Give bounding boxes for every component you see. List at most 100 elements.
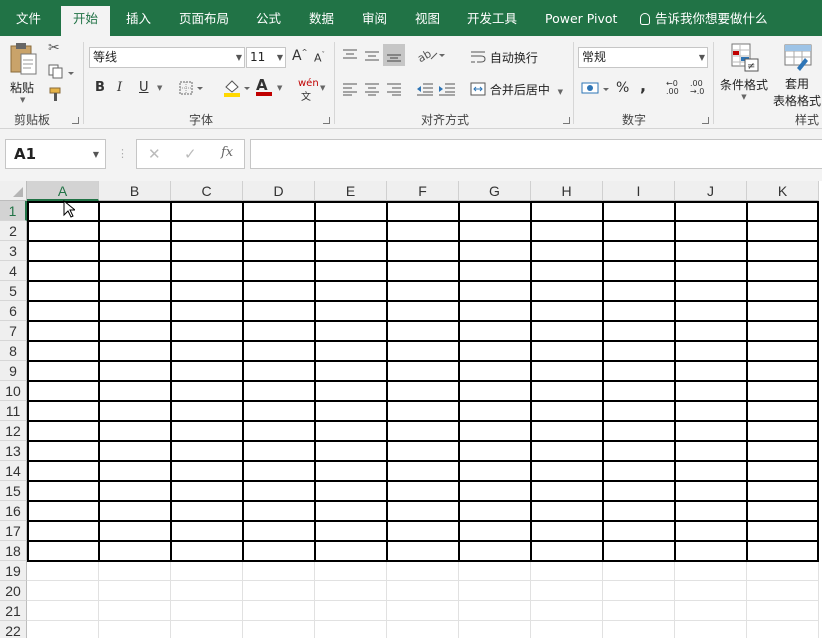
column-header[interactable]: E [315, 181, 387, 201]
row-header[interactable]: 22 [0, 621, 27, 638]
select-all-corner[interactable] [0, 181, 27, 201]
clipboard-launcher-icon[interactable] [72, 117, 79, 124]
format-painter-icon[interactable] [48, 86, 66, 105]
accounting-format-button[interactable] [581, 80, 611, 101]
row-header[interactable]: 15 [0, 481, 27, 501]
orientation-icon[interactable]: ab [415, 47, 446, 66]
row-header[interactable]: 16 [0, 501, 27, 521]
insert-function-icon[interactable]: fx [221, 145, 233, 160]
middle-align-icon[interactable] [364, 48, 380, 65]
enter-formula-icon[interactable]: ✓ [184, 145, 197, 163]
row-header[interactable]: 6 [0, 301, 27, 321]
row-header[interactable]: 1 [0, 201, 27, 221]
row-header[interactable]: 5 [0, 281, 27, 301]
borders-button[interactable] [179, 80, 205, 99]
copy-button[interactable] [47, 63, 75, 82]
row-header[interactable]: 17 [0, 521, 27, 541]
row-header[interactable]: 7 [0, 321, 27, 341]
column-header[interactable]: C [171, 181, 243, 201]
conditional-format-button[interactable]: ≠ 条件格式 ▼ [719, 42, 769, 101]
formula-bar-grip-icon[interactable]: ⋮ [117, 147, 128, 160]
bottom-align-icon[interactable] [383, 44, 405, 66]
format-as-table-button[interactable]: 套用 表格格式 [772, 42, 822, 109]
ribbon-tab-bar: 文件 开始 插入 页面布局 公式 数据 审阅 视图 开发工具 Power Piv… [0, 0, 822, 36]
align-left-icon[interactable] [342, 82, 358, 99]
row-header[interactable]: 11 [0, 401, 27, 421]
paste-button[interactable]: 粘贴 ▼ [8, 42, 42, 108]
cell-border [27, 280, 819, 282]
row-header[interactable]: 13 [0, 441, 27, 461]
cut-icon[interactable]: ✂ [48, 40, 60, 56]
row-header[interactable]: 2 [0, 221, 27, 241]
fill-color-button[interactable] [222, 78, 252, 101]
increase-font-size-icon[interactable]: A^ [292, 48, 307, 64]
align-center-icon[interactable] [364, 82, 380, 99]
row-header[interactable]: 14 [0, 461, 27, 481]
comma-style-button[interactable]: , [640, 76, 646, 95]
alignment-launcher-icon[interactable] [563, 117, 570, 124]
column-header[interactable]: J [675, 181, 747, 201]
row-header[interactable]: 20 [0, 581, 27, 601]
font-group-label: 字体 [189, 113, 214, 127]
increase-decimal-icon[interactable]: ←0.00 [666, 80, 679, 96]
row-header[interactable]: 12 [0, 421, 27, 441]
tab-view[interactable]: 视图 [415, 0, 440, 36]
row-header[interactable]: 18 [0, 541, 27, 561]
wrap-text-button[interactable]: 自动换行 [470, 49, 538, 66]
tab-data[interactable]: 数据 [309, 0, 334, 36]
row-header[interactable]: 10 [0, 381, 27, 401]
font-name-box[interactable]: 等线 ▼ [89, 47, 245, 68]
lightbulb-icon [640, 13, 650, 25]
worksheet-grid[interactable]: A B C D E F G H I J K 1 2 3 4 5 6 7 8 9 10 11 12 13 14 15 16 17 18 19… [0, 181, 822, 638]
number-launcher-icon[interactable] [702, 117, 709, 124]
column-header[interactable]: G [459, 181, 531, 201]
group-divider [334, 42, 335, 124]
cell-border [27, 400, 819, 402]
font-launcher-icon[interactable] [323, 117, 330, 124]
number-format-box[interactable]: 常规 ▼ [578, 47, 708, 68]
decrease-indent-icon[interactable] [416, 82, 434, 99]
column-header[interactable]: F [387, 181, 459, 201]
column-header[interactable]: H [531, 181, 603, 201]
name-box[interactable]: A1 ▼ [5, 139, 106, 169]
column-header[interactable]: I [603, 181, 675, 201]
tab-formulas[interactable]: 公式 [256, 0, 281, 36]
font-color-dropdown-icon[interactable]: ▼ [277, 84, 282, 92]
align-right-icon[interactable] [386, 82, 402, 99]
tab-review[interactable]: 审阅 [362, 0, 387, 36]
tab-insert[interactable]: 插入 [126, 0, 151, 36]
formula-input[interactable] [250, 139, 822, 169]
percent-style-button[interactable]: % [616, 80, 629, 96]
row-header[interactable]: 4 [0, 261, 27, 281]
tab-home[interactable]: 开始 [61, 6, 111, 36]
tab-power-pivot[interactable]: Power Pivot [545, 0, 617, 36]
font-size-box[interactable]: 11 ▼ [246, 47, 286, 68]
tell-me-search[interactable]: 告诉我你想要做什么 [640, 0, 768, 36]
tab-page-layout[interactable]: 页面布局 [179, 0, 229, 36]
decrease-decimal-icon[interactable]: .00 →.0 [690, 80, 704, 96]
italic-button[interactable]: I [117, 80, 122, 95]
chevron-down-icon: ▼ [92, 150, 99, 159]
row-header[interactable]: 19 [0, 561, 27, 581]
phonetic-dropdown-icon[interactable]: ▼ [320, 84, 325, 92]
column-header[interactable]: D [243, 181, 315, 201]
decrease-font-size-icon[interactable]: Aˇ [314, 51, 325, 65]
row-header[interactable]: 8 [0, 341, 27, 361]
column-header[interactable]: A [27, 181, 99, 201]
column-header[interactable]: B [99, 181, 171, 201]
row-header[interactable]: 9 [0, 361, 27, 381]
row-header[interactable]: 21 [0, 601, 27, 621]
cell-area[interactable] [27, 201, 822, 638]
underline-button[interactable]: U [139, 80, 149, 95]
column-header[interactable]: K [747, 181, 819, 201]
cancel-formula-icon[interactable]: ✕ [148, 145, 161, 163]
tab-developer[interactable]: 开发工具 [467, 0, 517, 36]
underline-dropdown-icon[interactable]: ▼ [157, 84, 162, 92]
row-header[interactable]: 3 [0, 241, 27, 261]
top-align-icon[interactable] [342, 48, 358, 65]
tab-file[interactable]: 文件 [16, 0, 41, 36]
bold-button[interactable]: B [95, 80, 105, 95]
increase-indent-icon[interactable] [438, 82, 456, 99]
merge-center-button[interactable]: 合并后居中 ▼ [470, 81, 563, 98]
font-color-button[interactable]: A [256, 76, 272, 96]
